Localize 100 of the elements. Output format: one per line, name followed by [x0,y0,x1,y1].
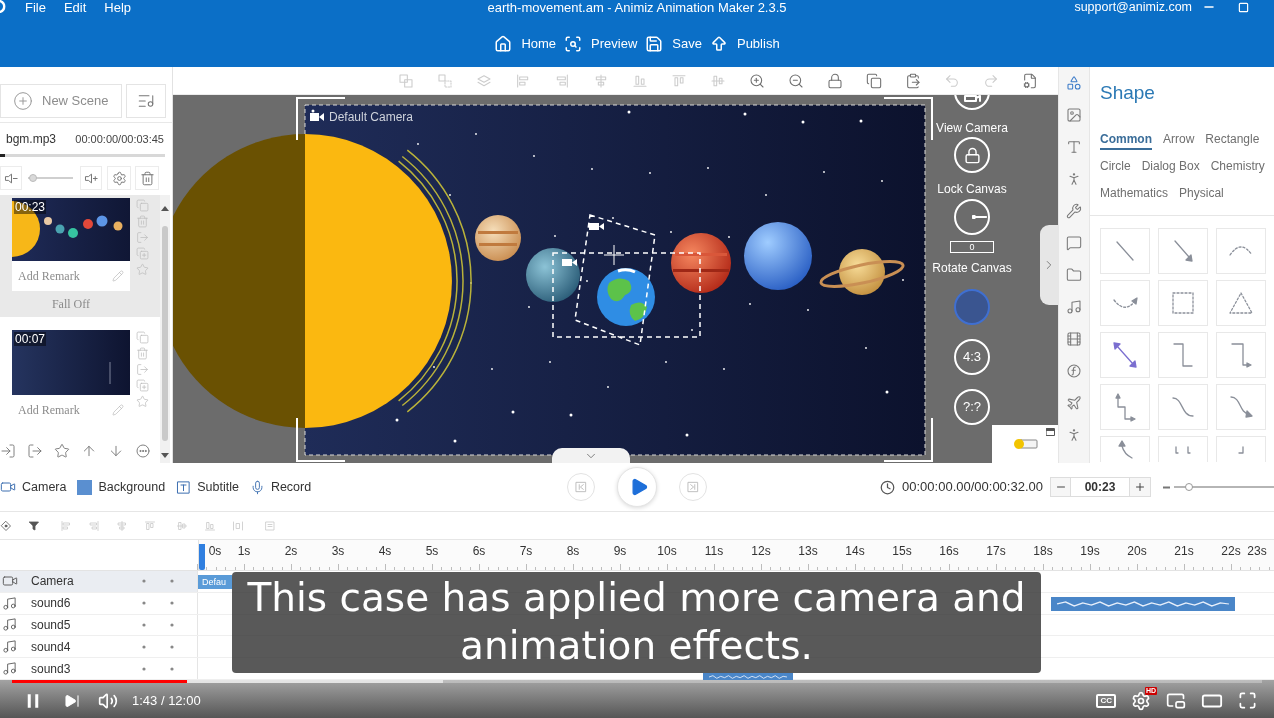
maximize-icon[interactable] [1238,2,1249,13]
shape-tile[interactable] [1100,280,1150,326]
fullscreen-icon[interactable] [1238,691,1257,710]
toggle-dot-icon[interactable] [142,579,146,584]
background-button[interactable]: Background [77,477,166,497]
diamond-icon[interactable] [0,519,12,532]
copy-icon[interactable] [866,72,882,89]
playhead-marker[interactable] [199,544,205,570]
more-icon[interactable] [135,442,151,459]
shape-tile[interactable] [1158,436,1208,462]
shape-tile[interactable] [1158,332,1208,378]
person-icon[interactable] [1066,427,1082,443]
duplicate-icon[interactable] [136,379,149,392]
star-icon[interactable] [136,395,149,408]
category-tab[interactable]: Dialog Box [1141,157,1200,177]
transition-label[interactable]: Fall Off [12,295,130,313]
track-header[interactable]: sound3 [0,658,198,679]
text-icon[interactable] [1066,139,1082,155]
video-progress-bar[interactable] [12,680,1262,683]
volume-slider-thumb[interactable] [28,174,37,182]
menu-item[interactable]: Edit [63,0,87,15]
remark-field[interactable]: Add Remark [18,401,80,419]
wrench-icon[interactable] [1066,203,1082,219]
menu-item[interactable]: Help [104,0,132,15]
rotation-field[interactable]: 0 [950,241,994,253]
menu-item[interactable]: File [25,0,46,15]
zoom-out-icon[interactable] [788,72,804,89]
scroll-up-icon[interactable] [161,206,169,211]
lock-icon[interactable] [827,72,843,89]
scrollbar[interactable] [160,195,170,463]
record-button[interactable]: Record [249,477,312,497]
view-camera-button[interactable] [954,95,990,110]
music-progress-bar[interactable] [0,154,165,157]
star-icon[interactable] [136,263,149,276]
shape-tile[interactable] [1100,436,1150,462]
track-header[interactable]: Camera [0,571,198,592]
folder-icon[interactable] [1066,267,1082,283]
toggle-dot-icon[interactable] [170,601,174,606]
audio-clip[interactable] [1051,596,1235,611]
toggle-dot-icon[interactable] [142,666,146,671]
star-icon[interactable] [54,442,70,459]
category-tab[interactable]: Arrow [1163,130,1195,150]
shape-tile[interactable] [1216,436,1266,462]
function-icon[interactable] [1066,363,1082,379]
person-icon[interactable] [1066,171,1082,187]
toggle-dot-icon[interactable] [142,601,146,606]
shape-tile[interactable] [1216,332,1266,378]
shape-tile[interactable] [1100,384,1150,430]
export-icon[interactable] [27,442,43,459]
shape-tile[interactable] [1216,280,1266,326]
film-icon[interactable] [1066,331,1082,347]
shape-tile[interactable] [1216,384,1266,430]
toggle-dot-icon[interactable] [170,623,174,627]
play-button[interactable] [617,467,657,507]
music-list-button[interactable] [126,84,166,118]
shape-tile[interactable] [1158,228,1208,274]
toggle-dot-icon[interactable] [142,644,146,649]
subtitle-button[interactable]: Subtitle [176,477,239,497]
filter-icon[interactable] [28,519,40,532]
preview-button[interactable]: Preview [564,33,638,54]
pencil-icon[interactable] [112,404,124,416]
aspect-ratio-button[interactable]: ?:? [954,389,990,425]
shape-tile[interactable] [1158,280,1208,326]
toggle-dot-icon[interactable] [142,623,146,627]
category-tab[interactable]: Rectangle [1205,130,1260,150]
shape-tile[interactable] [1216,228,1266,274]
shape-tile[interactable] [1158,384,1208,430]
track-header[interactable]: sound5 [0,614,198,636]
account-link[interactable]: support@animiz.com [1074,0,1192,15]
audio-clip[interactable] [703,673,793,681]
remark-field[interactable]: Add Remark [18,267,80,285]
volume-icon[interactable] [98,690,118,711]
music-note-icon[interactable] [1066,299,1082,315]
scroll-down-icon[interactable] [161,453,169,458]
delete-button[interactable] [135,166,159,190]
category-tab[interactable]: Common [1100,130,1152,150]
file-settings-icon[interactable] [1022,72,1038,89]
shapes-icon[interactable] [1066,75,1082,91]
category-tab[interactable]: Mathematics [1100,184,1169,204]
toggle-icon[interactable] [1012,438,1038,450]
speech-bubble-icon[interactable] [1066,235,1082,251]
shape-tile[interactable] [1100,332,1150,378]
scene-item[interactable]: 00:23 Add Remark Fall Off [0,195,160,317]
increase-button[interactable] [1129,477,1151,497]
rotate-canvas-button[interactable] [954,199,990,235]
track-header[interactable]: sound4 [0,636,198,658]
track-header[interactable]: sound6 [0,592,198,614]
decrease-button[interactable] [1050,477,1071,497]
camera-clip[interactable]: Defau [198,575,232,589]
shape-tile[interactable] [1100,228,1150,274]
scrollbar-thumb[interactable] [162,226,168,441]
home-button[interactable]: Home [494,33,557,54]
new-scene-button[interactable]: New Scene [0,84,122,118]
category-tab[interactable]: Circle [1100,157,1131,177]
pencil-icon[interactable] [112,270,124,282]
add-camera-button[interactable]: Camera [0,477,67,497]
settings-button[interactable] [107,166,131,190]
zoom-slider-thumb[interactable] [1185,483,1193,491]
import-icon[interactable] [0,442,16,459]
toggle-dot-icon[interactable] [170,579,174,584]
